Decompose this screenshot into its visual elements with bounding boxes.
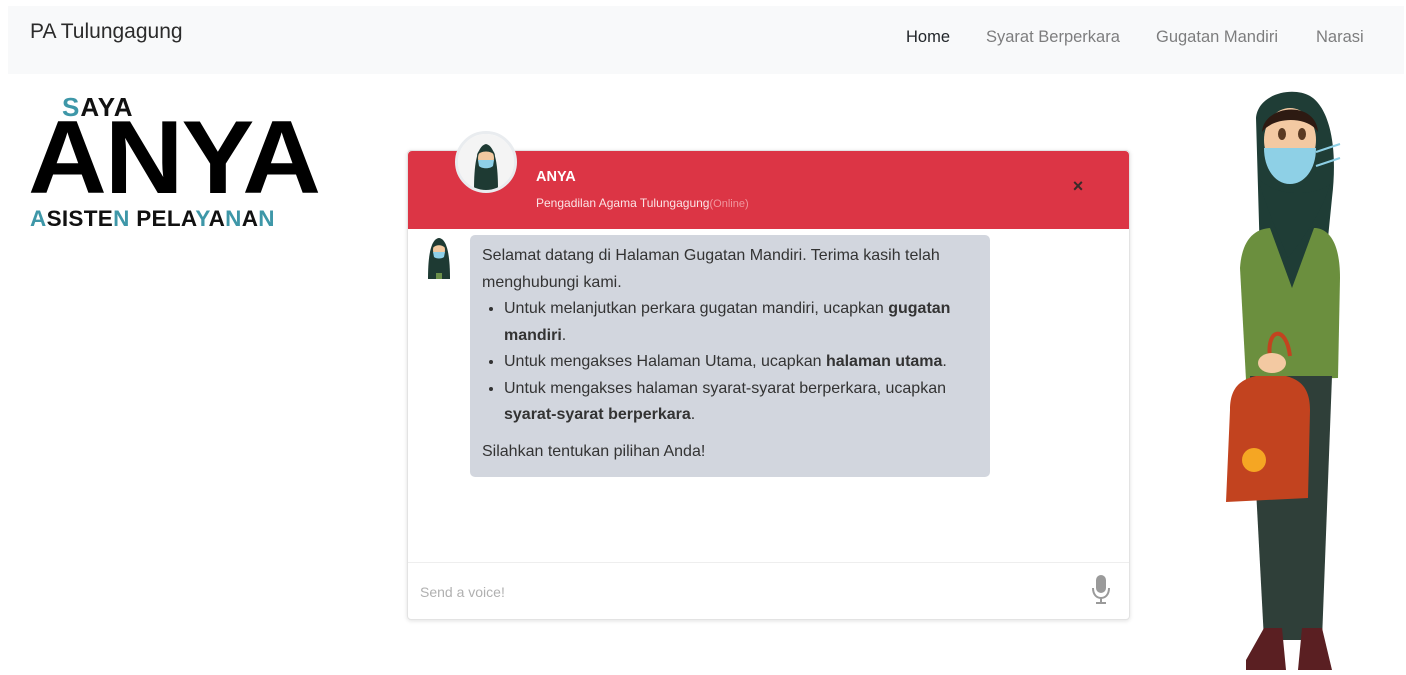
saya-anya-logo: SAYA ANYA ASISTEN PELAYANAN <box>28 92 321 242</box>
list-item: Untuk melanjutkan perkara gugatan mandir… <box>504 296 976 349</box>
brand-title[interactable]: PA Tulungagung <box>30 20 183 44</box>
navbar: PA Tulungagung Home Syarat Berperkara Gu… <box>8 6 1404 74</box>
nav-narasi[interactable]: Narasi <box>1316 28 1364 47</box>
nav-gugatan-mandiri[interactable]: Gugatan Mandiri <box>1156 28 1278 47</box>
message-closing: Silahkan tentukan pilihan Anda! <box>482 442 706 460</box>
voice-input[interactable] <box>418 575 1062 609</box>
logo-subtitle: ASISTEN PELAYANAN <box>30 206 275 231</box>
assistant-message-bubble: Selamat datang di Halaman Gugatan Mandir… <box>470 235 990 477</box>
assistant-name: ANYA <box>536 169 576 185</box>
assistant-org: Pengadilan Agama Tulungagung(Online) <box>536 196 749 210</box>
nav-syarat-berperkara[interactable]: Syarat Berperkara <box>986 28 1120 47</box>
logo-anya: ANYA <box>28 100 321 216</box>
microphone-icon[interactable] <box>1090 573 1112 607</box>
hijab-woman-icon <box>428 238 450 279</box>
assistant-character-illustration <box>1216 88 1360 670</box>
chat-footer <box>408 562 1129 619</box>
message-options-list: Untuk melanjutkan perkara gugatan mandir… <box>482 296 976 429</box>
assistant-avatar <box>455 131 517 193</box>
close-icon[interactable]: × <box>1069 177 1087 195</box>
chat-window: ANYA Pengadilan Agama Tulungagung(Online… <box>407 131 1130 620</box>
chat-header: ANYA Pengadilan Agama Tulungagung(Online… <box>408 131 1129 229</box>
message-intro: Selamat datang di Halaman Gugatan Mandir… <box>482 247 940 291</box>
list-item: Untuk mengakses Halaman Utama, ucapkan h… <box>504 349 976 376</box>
list-item: Untuk mengakses halaman syarat-syarat be… <box>504 376 976 429</box>
message-avatar <box>422 235 456 279</box>
hijab-woman-icon <box>458 134 514 190</box>
online-status: (Online) <box>709 198 749 210</box>
nav-home[interactable]: Home <box>906 28 950 47</box>
